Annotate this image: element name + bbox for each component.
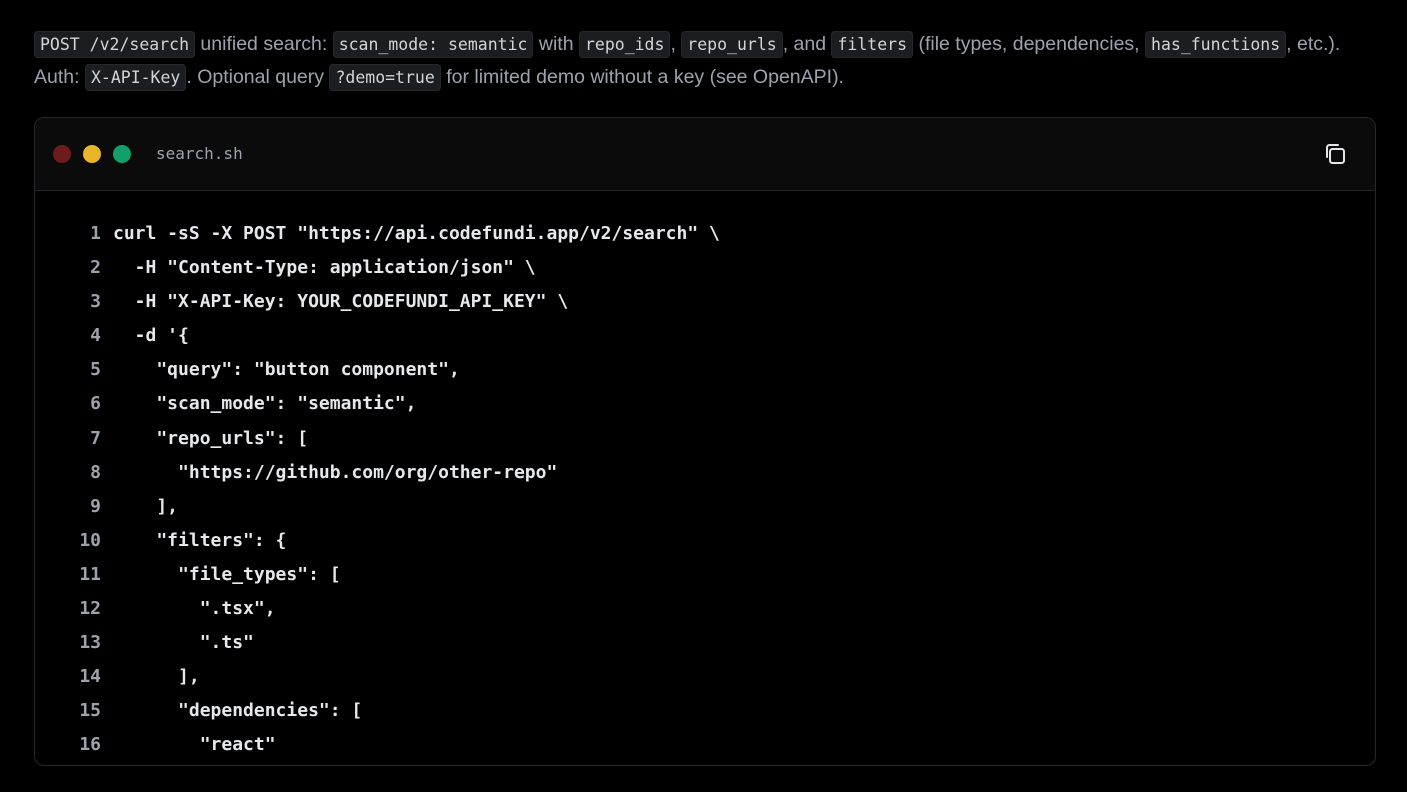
close-dot-icon [53,145,71,163]
inline-code: filters [831,31,914,58]
intro-text: , [670,33,682,55]
intro-text: with [533,33,579,55]
line-number: 16 [79,734,101,756]
line-number: 8 [90,461,101,483]
code-text: "repo_urls": [ [113,427,309,449]
code-window: search.sh 1 curl -sS -X POST "https://api… [34,117,1376,766]
maximize-dot-icon [113,145,131,163]
code-line: 6 "scan_mode": "semantic", [35,387,1375,421]
code-line: 9 ], [35,490,1375,524]
code-line: 10 "filters": { [35,524,1375,558]
inline-code: POST /v2/search [34,31,196,58]
intro-text: (file types, dependencies, [913,33,1146,55]
code-line: 12 ".tsx", [35,592,1375,626]
code-text: "query": "button component", [113,359,460,381]
code-text: -H "Content-Type: application/json" \ [113,257,536,279]
line-number: 5 [90,359,101,381]
code-text: "https://github.com/org/other-repo" [113,461,558,483]
code-text: "file_types": [ [113,563,341,585]
code-text: "react" [113,734,276,756]
code-text: ".tsx", [113,598,276,620]
line-number: 6 [90,393,101,415]
code-text: "dependencies": [ [113,700,363,722]
code-line: 7 "repo_urls": [ [35,422,1375,456]
code-text: -d '{ [113,325,189,347]
inline-code: scan_mode: semantic [332,31,534,58]
code-line: 1 curl -sS -X POST "https://api.codefundi… [35,217,1375,251]
code-line: 8 "https://github.com/org/other-repo" [35,456,1375,490]
code-line: 14 ], [35,660,1375,694]
inline-code: repo_ids [578,31,671,58]
code-line: 5 "query": "button component", [35,353,1375,387]
code-window-titlebar: search.sh [35,118,1375,191]
code-line: 11 "file_types": [ [35,558,1375,592]
code-line: 15 "dependencies": [ [35,694,1375,728]
line-number: 11 [79,563,101,585]
inline-code: repo_urls [681,31,783,58]
code-text: curl -sS -X POST "https://api.codefundi.… [113,223,720,244]
code-text: "scan_mode": "semantic", [113,393,417,415]
code-line: 13 ".ts" [35,626,1375,660]
code-text: -H "X-API-Key: YOUR_CODEFUNDI_API_KEY" \ [113,291,569,313]
minimize-dot-icon [83,145,101,163]
line-number: 2 [90,257,101,279]
inline-code: ?demo=true [329,64,441,91]
inline-code: has_functions [1145,31,1287,58]
code-line: 4 -d '{ [35,319,1375,353]
line-number: 7 [90,427,101,449]
line-number: 4 [90,325,101,347]
copy-button[interactable] [1321,140,1349,168]
code-line: 2 -H "Content-Type: application/json" \ [35,251,1375,285]
intro-text: . Optional query [186,66,330,88]
line-number: 10 [79,529,101,551]
inline-code: X-API-Key [84,64,187,91]
intro-text: unified search: [195,33,333,55]
line-number: 13 [79,632,101,654]
code-filename: search.sh [156,144,243,163]
code-block[interactable]: 1 curl -sS -X POST "https://api.codefundi… [35,217,1375,763]
code-line: 3 -H "X-API-Key: YOUR_CODEFUNDI_API_KEY"… [35,285,1375,319]
copy-icon [1326,144,1345,164]
line-number: 9 [90,495,101,517]
intro-paragraph: POST /v2/search unified search: scan_mod… [34,28,1374,94]
code-line: 16 "react" [35,728,1375,762]
line-number: 3 [90,291,101,313]
code-text: ".ts" [113,632,254,654]
line-number: 15 [79,700,101,722]
line-number: 1 [90,223,101,244]
intro-text: , and [782,33,832,55]
code-text: ], [113,495,179,517]
line-number: 12 [79,598,101,620]
line-number: 14 [79,666,101,688]
intro-text: for limited demo without a key (see Open… [440,66,844,88]
code-text: ], [113,666,200,688]
code-text: "filters": { [113,529,287,551]
